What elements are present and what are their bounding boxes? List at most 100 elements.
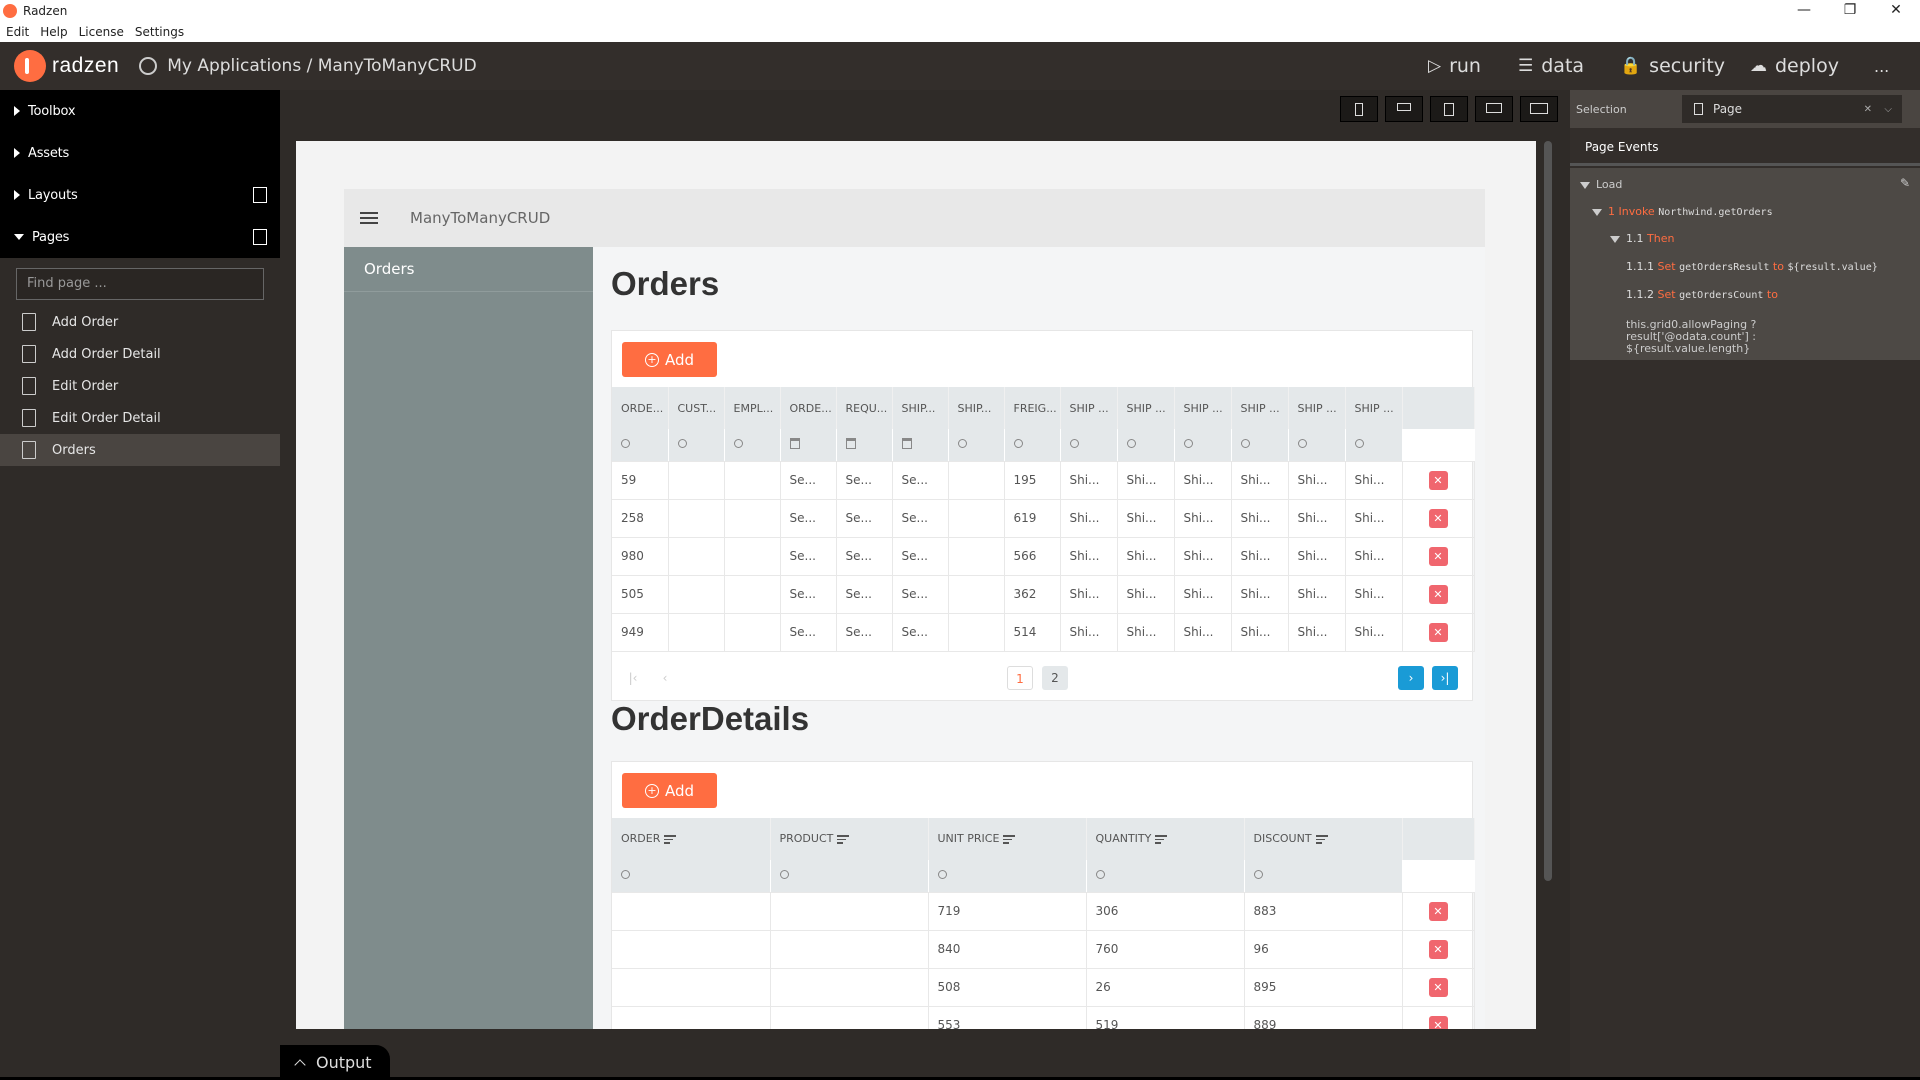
filter-search-icon[interactable] bbox=[612, 860, 771, 893]
deploy-button[interactable]: ☁ deploy bbox=[1750, 42, 1839, 90]
filter-search-icon[interactable] bbox=[1288, 429, 1346, 462]
column-header[interactable]: EMPL... bbox=[724, 387, 781, 429]
toolbox-section[interactable]: Toolbox bbox=[0, 90, 280, 132]
page-number-1[interactable]: 1 bbox=[1007, 666, 1033, 690]
data-button[interactable]: ☰ data bbox=[1518, 42, 1584, 90]
delete-row-button[interactable]: ✕ bbox=[1428, 546, 1448, 566]
device-phone-icon[interactable] bbox=[1340, 96, 1378, 122]
edit-event-icon[interactable]: ✎ bbox=[1900, 176, 1910, 190]
table-row[interactable]: 508 26 895 ✕ bbox=[612, 968, 1475, 1007]
filter-search-icon[interactable] bbox=[770, 860, 929, 893]
next-page-icon[interactable]: › bbox=[1398, 666, 1424, 690]
filter-search-icon[interactable] bbox=[1004, 429, 1061, 462]
page-number-2[interactable]: 2 bbox=[1042, 666, 1068, 690]
column-header[interactable]: FREIG... bbox=[1004, 387, 1061, 429]
selection-dropdown[interactable]: Page ✕ ⌵ bbox=[1682, 95, 1902, 123]
column-header[interactable]: ORDE... bbox=[780, 387, 837, 429]
action-then[interactable]: 1.1 Then bbox=[1610, 232, 1674, 245]
dashboard-icon[interactable] bbox=[139, 57, 158, 75]
filter-search-icon[interactable] bbox=[928, 860, 1087, 893]
column-header[interactable]: UNIT PRICE bbox=[928, 818, 1087, 860]
page-events-tab[interactable]: Page Events bbox=[1570, 128, 1920, 166]
filter-search-icon[interactable] bbox=[1174, 429, 1232, 462]
output-tab[interactable]: Output bbox=[280, 1045, 390, 1080]
menu-license[interactable]: License bbox=[79, 25, 124, 39]
restore-icon[interactable]: ❐ bbox=[1830, 0, 1870, 22]
table-row[interactable]: 258 Se... Se... Se... 619 Shi... Shi... Shi... S… bbox=[612, 499, 1475, 538]
delete-row-button[interactable]: ✕ bbox=[1428, 939, 1448, 959]
page-item-edit-order[interactable]: Edit Order bbox=[0, 370, 280, 402]
column-header[interactable]: REQU... bbox=[836, 387, 893, 429]
column-header[interactable]: ORDE... bbox=[612, 387, 669, 429]
delete-row-button[interactable]: ✕ bbox=[1428, 584, 1448, 604]
last-page-icon[interactable]: ›| bbox=[1432, 666, 1458, 690]
clear-selection-icon[interactable]: ✕ bbox=[1864, 104, 1872, 115]
page-item-add-order-detail[interactable]: Add Order Detail bbox=[0, 338, 280, 370]
prev-page-icon[interactable]: ‹ bbox=[652, 666, 678, 690]
delete-row-button[interactable]: ✕ bbox=[1428, 901, 1448, 921]
radzen-logo-icon[interactable] bbox=[14, 50, 46, 82]
column-header[interactable]: SHIP ... bbox=[1174, 387, 1232, 429]
column-header[interactable]: DISCOUNT bbox=[1244, 818, 1403, 860]
add-orderdetail-button[interactable]: + Add bbox=[622, 773, 717, 808]
filter-search-icon[interactable] bbox=[1086, 860, 1245, 893]
first-page-icon[interactable]: |‹ bbox=[620, 666, 646, 690]
column-header[interactable]: CUST... bbox=[668, 387, 725, 429]
column-header[interactable]: SHIP... bbox=[948, 387, 1005, 429]
page-item-orders[interactable]: Orders bbox=[0, 434, 280, 466]
filter-search-icon[interactable] bbox=[1117, 429, 1175, 462]
sidebar-link-orders[interactable]: Orders bbox=[344, 247, 593, 292]
filter-search-icon[interactable] bbox=[1060, 429, 1118, 462]
device-tablet-icon[interactable] bbox=[1430, 96, 1468, 122]
chevron-down-icon[interactable]: ⌵ bbox=[1884, 104, 1892, 115]
menu-help[interactable]: Help bbox=[40, 25, 67, 39]
filter-search-icon[interactable] bbox=[612, 429, 669, 462]
run-button[interactable]: ▷ run bbox=[1428, 42, 1481, 90]
table-row[interactable]: 505 Se... Se... Se... 362 Shi... Shi... Shi... S… bbox=[612, 575, 1475, 614]
action-set-result[interactable]: 1.1.1 Set getOrdersResult to ${result.va… bbox=[1626, 260, 1878, 273]
logo-text[interactable]: radzen bbox=[52, 54, 119, 78]
column-header[interactable]: SHIP ... bbox=[1231, 387, 1289, 429]
page-item-edit-order-detail[interactable]: Edit Order Detail bbox=[0, 402, 280, 434]
column-header[interactable]: SHIP ... bbox=[1060, 387, 1118, 429]
delete-row-button[interactable]: ✕ bbox=[1428, 470, 1448, 490]
add-page-icon[interactable] bbox=[253, 229, 267, 245]
device-phone-landscape-icon[interactable] bbox=[1385, 96, 1423, 122]
column-header[interactable]: SHIP ... bbox=[1117, 387, 1175, 429]
hamburger-menu-icon[interactable] bbox=[360, 209, 378, 227]
event-load[interactable]: Load bbox=[1580, 178, 1622, 191]
canvas-scrollbar[interactable] bbox=[1544, 141, 1552, 881]
filter-search-icon[interactable] bbox=[1231, 429, 1289, 462]
column-header[interactable]: ORDER bbox=[612, 818, 771, 860]
more-menu-icon[interactable]: ... bbox=[1874, 42, 1889, 90]
filter-search-icon[interactable] bbox=[1244, 860, 1403, 893]
filter-search-icon[interactable] bbox=[724, 429, 781, 462]
device-tablet-landscape-icon[interactable] bbox=[1475, 96, 1513, 122]
column-header[interactable]: SHIP ... bbox=[1345, 387, 1403, 429]
filter-calendar-icon[interactable] bbox=[836, 429, 893, 462]
filter-search-icon[interactable] bbox=[1345, 429, 1403, 462]
table-row[interactable]: 980 Se... Se... Se... 566 Shi... Shi... Shi... S… bbox=[612, 537, 1475, 576]
minimize-icon[interactable]: — bbox=[1784, 0, 1824, 22]
table-row[interactable]: 553 519 889 ✕ bbox=[612, 1006, 1475, 1029]
filter-search-icon[interactable] bbox=[668, 429, 725, 462]
filter-calendar-icon[interactable] bbox=[892, 429, 949, 462]
security-button[interactable]: 🔒 security bbox=[1620, 42, 1725, 90]
table-row[interactable]: 59 Se... Se... Se... 195 Shi... Shi... Shi... Sh… bbox=[612, 461, 1475, 500]
column-header[interactable]: QUANTITY bbox=[1086, 818, 1245, 860]
pages-section[interactable]: Pages bbox=[0, 216, 280, 258]
table-row[interactable]: 840 760 96 ✕ bbox=[612, 930, 1475, 969]
menu-edit[interactable]: Edit bbox=[6, 25, 29, 39]
add-order-button[interactable]: + Add bbox=[622, 342, 717, 377]
column-header[interactable]: SHIP... bbox=[892, 387, 949, 429]
delete-row-button[interactable]: ✕ bbox=[1428, 977, 1448, 997]
layouts-section[interactable]: Layouts bbox=[0, 174, 280, 216]
column-header[interactable]: SHIP ... bbox=[1288, 387, 1346, 429]
column-header[interactable]: PRODUCT bbox=[770, 818, 929, 860]
filter-calendar-icon[interactable] bbox=[780, 429, 837, 462]
page-item-add-order[interactable]: Add Order bbox=[0, 306, 280, 338]
filter-search-icon[interactable] bbox=[948, 429, 1005, 462]
delete-row-button[interactable]: ✕ bbox=[1428, 1015, 1448, 1029]
table-row[interactable]: 949 Se... Se... Se... 514 Shi... Shi... Shi... S… bbox=[612, 613, 1475, 652]
assets-section[interactable]: Assets bbox=[0, 132, 280, 174]
